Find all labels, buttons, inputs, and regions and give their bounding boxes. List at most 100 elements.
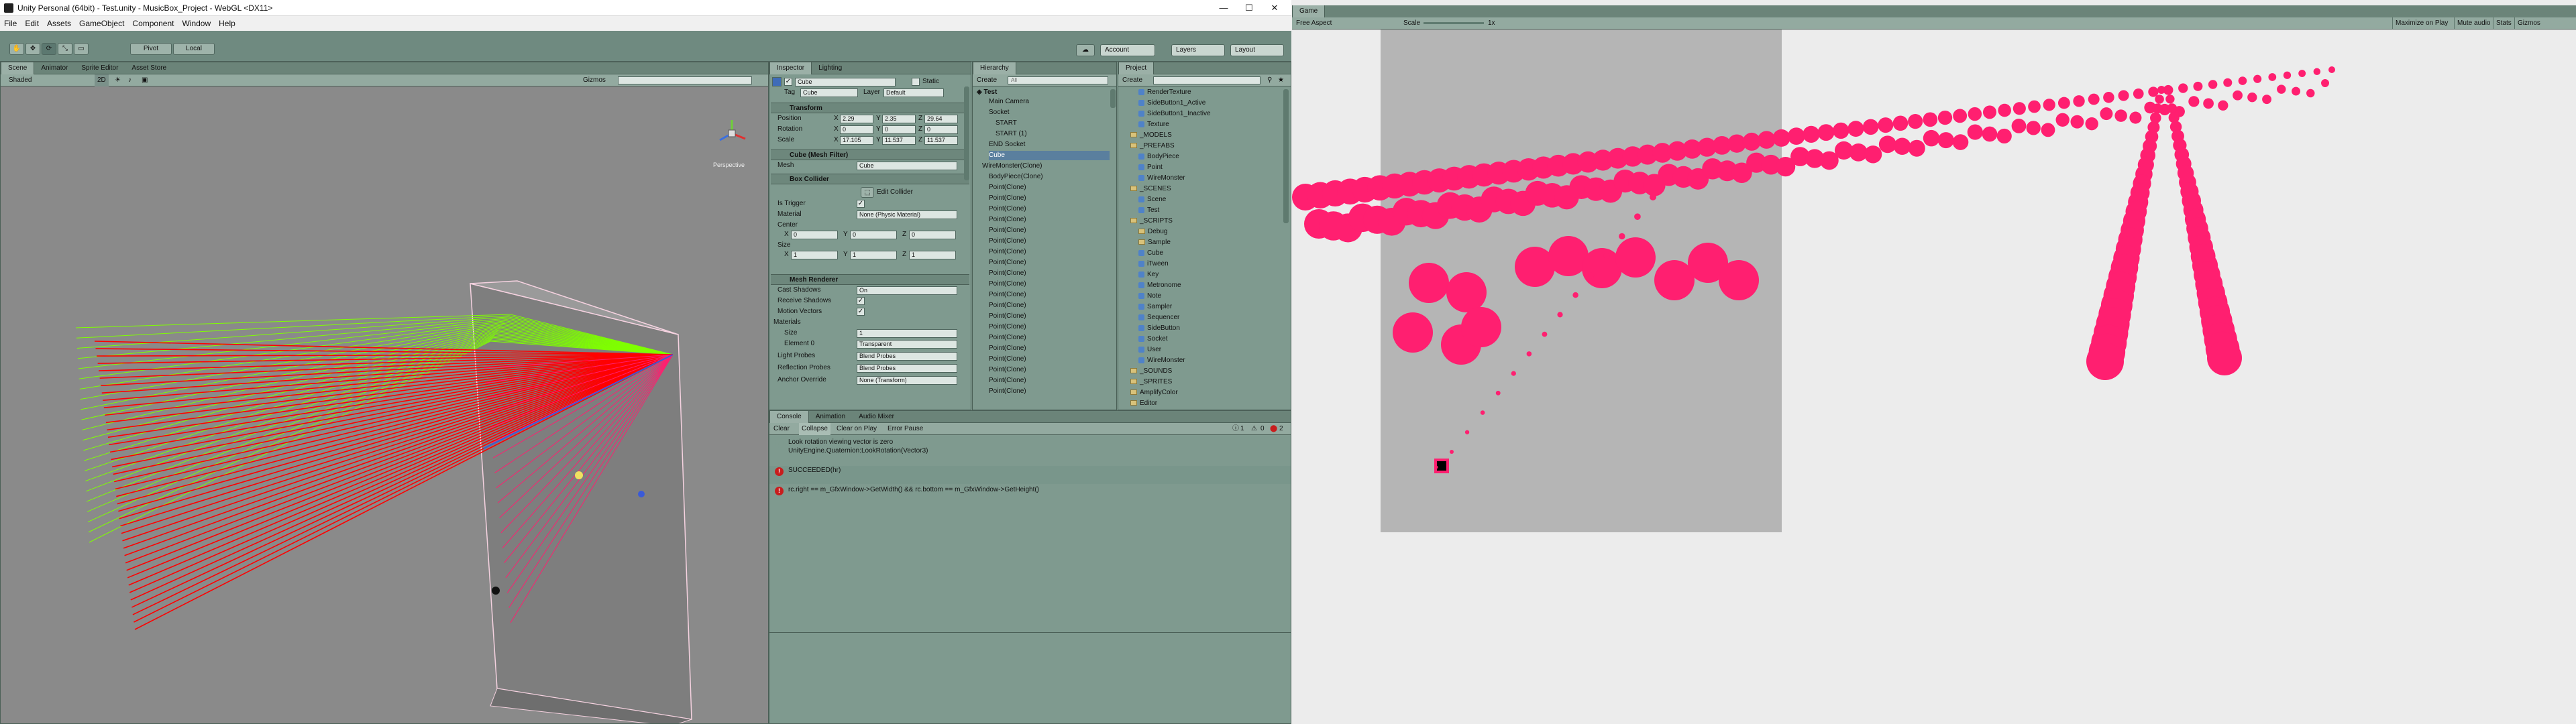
object-name-field[interactable]: Cube [795,78,896,86]
project-scrollbar[interactable] [1283,89,1289,223]
position-x-field[interactable]: 2.29 [840,115,873,123]
tab-console[interactable]: Console [769,411,809,423]
move-tool-icon[interactable]: ✥ [25,43,40,55]
hierarchy-item[interactable]: Cube [989,151,1110,160]
menu-window[interactable]: Window [178,16,215,31]
gizmos-toggle[interactable]: Gizmos [2514,17,2543,29]
element0-field[interactable]: Transparent [857,340,957,349]
project-asset[interactable]: SideButton1_Inactive [1138,109,1211,119]
materials-size-field[interactable]: 1 [857,329,957,338]
hierarchy-item[interactable]: Point(Clone) [989,290,1026,300]
project-asset[interactable]: Sampler [1138,302,1172,312]
stats-toggle[interactable]: Stats [2493,17,2514,29]
scale-y-field[interactable]: 11.537 [882,136,916,145]
clear-button[interactable]: Clear [773,423,790,435]
hierarchy-item[interactable]: Point(Clone) [989,215,1026,225]
2d-toggle[interactable]: 2D [95,74,109,86]
box-collider-header[interactable]: Box Collider [771,174,969,184]
project-asset[interactable]: Note [1138,292,1161,301]
collider-material-field[interactable]: None (Physic Material) [857,210,957,219]
audio-toggle-icon[interactable]: ♪ [128,74,131,86]
layout-dropdown[interactable]: Layout [1230,44,1284,56]
maximize-on-play-toggle[interactable]: Maximize on Play [2392,17,2451,29]
hierarchy-item[interactable]: Point(Clone) [989,387,1026,396]
layers-dropdown[interactable]: Layers [1171,44,1225,56]
project-asset[interactable]: WireMonster [1138,174,1185,183]
project-create-button[interactable]: Create [1122,74,1142,86]
hierarchy-item[interactable]: Point(Clone) [989,355,1026,364]
project-asset[interactable]: Test [1138,206,1159,215]
hierarchy-item[interactable]: Point(Clone) [989,301,1026,310]
scene-viewport[interactable]: Perspective [1,86,768,723]
mesh-renderer-header[interactable]: Mesh Renderer [771,274,969,285]
motion-vectors-checkbox[interactable]: ✓ [857,308,865,316]
project-asset[interactable]: BodyPiece [1138,152,1179,162]
project-asset[interactable]: SideButton [1138,324,1180,333]
minimize-button[interactable]: — [1212,2,1236,14]
hierarchy-item[interactable]: Point(Clone) [989,258,1026,267]
maximize-button[interactable]: ☐ [1237,2,1261,14]
local-toggle[interactable]: Local [173,43,215,55]
is-trigger-checkbox[interactable]: ✓ [857,200,865,208]
tab-hierarchy[interactable]: Hierarchy [973,62,1016,74]
project-asset[interactable]: Key [1138,270,1159,280]
tab-scene[interactable]: Scene [1,62,35,74]
light-probes-dropdown[interactable]: Blend Probes [857,352,957,361]
center-x-field[interactable]: 0 [791,231,838,239]
project-asset[interactable]: Texture [1138,120,1169,129]
transform-header[interactable]: Transform [771,103,969,113]
project-folder[interactable]: Sample [1138,238,1171,247]
project-asset[interactable]: Point [1138,163,1163,172]
scale-tool-icon[interactable]: ⤡ [58,43,72,55]
size-y-field[interactable]: 1 [850,251,897,259]
size-z-field[interactable]: 1 [909,251,956,259]
tab-lighting[interactable]: Lighting [812,62,849,74]
hierarchy-item[interactable]: Point(Clone) [989,194,1026,203]
edit-collider-label[interactable]: Edit Collider [877,188,913,197]
account-dropdown[interactable]: Account [1100,44,1155,56]
receive-shadows-checkbox[interactable]: ✓ [857,297,865,305]
cloud-icon[interactable]: ☁ [1076,44,1095,56]
scale-x-field[interactable]: 17.105 [840,136,873,145]
project-folder[interactable]: AmplifyColor [1130,388,1178,398]
hierarchy-search-input[interactable]: All [1008,76,1108,84]
project-asset[interactable]: SideButton1_Active [1138,99,1205,108]
favorites-icon[interactable]: ★ [1278,74,1284,86]
rect-tool-icon[interactable]: ▭ [74,43,89,55]
static-checkbox[interactable] [912,78,920,86]
hierarchy-item[interactable]: BodyPiece(Clone) [989,172,1043,182]
hierarchy-item[interactable]: START [996,119,1017,128]
hierarchy-item[interactable]: Point(Clone) [989,183,1026,192]
menu-component[interactable]: Component [128,16,178,31]
project-asset[interactable]: Socket [1138,335,1168,344]
project-folder[interactable]: _SOUNDS [1130,367,1172,376]
hierarchy-item[interactable]: Point(Clone) [989,344,1026,353]
menu-help[interactable]: Help [215,16,239,31]
hierarchy-item[interactable]: Point(Clone) [989,333,1026,343]
size-x-field[interactable]: 1 [791,251,838,259]
scene-search-input[interactable] [618,76,752,84]
menu-file[interactable]: File [0,16,21,31]
mesh-filter-header[interactable]: Cube (Mesh Filter) [771,149,969,160]
center-z-field[interactable]: 0 [909,231,956,239]
position-y-field[interactable]: 2.35 [882,115,916,123]
menu-edit[interactable]: Edit [21,16,43,31]
project-folder[interactable]: _SCENES [1130,184,1171,194]
console-message[interactable]: ! Look rotation viewing vector is zero Uni… [769,438,1291,465]
layer-dropdown[interactable]: Default [883,88,944,97]
warning-count-icon[interactable]: ⚠ [1251,423,1257,435]
hierarchy-item[interactable]: Point(Clone) [989,365,1026,375]
hierarchy-item[interactable]: Point(Clone) [989,280,1026,289]
project-asset[interactable]: User [1138,345,1161,355]
pivot-toggle[interactable]: Pivot [130,43,172,55]
menu-assets[interactable]: Assets [43,16,75,31]
hierarchy-item[interactable]: END Socket [989,140,1025,149]
tab-sprite-editor[interactable]: Sprite Editor [74,62,125,74]
tag-dropdown[interactable]: Cube [800,88,858,97]
hierarchy-item[interactable]: Point(Clone) [989,322,1026,332]
project-folder[interactable]: Editor [1130,399,1157,408]
scene-root-item[interactable]: ◈ Test [977,88,997,97]
mesh-field[interactable]: Cube [857,162,957,170]
hierarchy-item[interactable]: Point(Clone) [989,269,1026,278]
project-asset[interactable]: RenderTexture [1138,88,1191,97]
